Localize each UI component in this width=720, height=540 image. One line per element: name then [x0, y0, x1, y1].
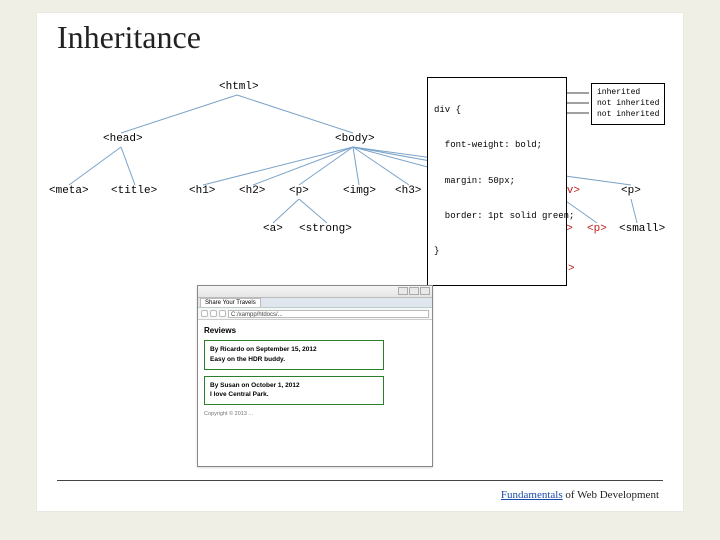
label-not-inherited-1: not inherited: [597, 98, 659, 109]
footer-text: Fundamentals of Web Development: [501, 489, 659, 501]
page-heading: Reviews: [204, 326, 426, 335]
browser-titlebar: [198, 286, 432, 298]
browser-tabbar: Share Your Travels: [198, 298, 432, 308]
footer-rest: of Web Development: [563, 489, 659, 501]
footer-underlined: Fundamentals: [501, 489, 563, 501]
css-line-4: border: 1pt solid green;: [434, 211, 560, 223]
label-not-inherited-2: not inherited: [597, 109, 659, 120]
browser-tab: Share Your Travels: [200, 298, 261, 307]
address-field: C:/xampp/htdocs/...: [228, 310, 429, 318]
window-buttons: [398, 287, 430, 295]
label-inherited: inherited: [597, 87, 659, 98]
reload-icon: [219, 310, 226, 317]
browser-urlbar: C:/xampp/htdocs/...: [198, 308, 432, 320]
css-line-5: }: [434, 246, 560, 258]
forward-icon: [210, 310, 217, 317]
review1-line2: Easy on the HDR buddy.: [210, 355, 378, 365]
review-box-2: By Susan on October 1, 2012 I love Centr…: [204, 376, 384, 406]
review-box-1: By Ricardo on September 15, 2012 Easy on…: [204, 340, 384, 370]
review2-line2: I love Central Park.: [210, 390, 378, 400]
css-line-2: font-weight: bold;: [434, 140, 560, 152]
review1-line1: By Ricardo on September 15, 2012: [210, 345, 378, 355]
css-line-3: margin: 50px;: [434, 176, 560, 188]
browser-content: Reviews By Ricardo on September 15, 2012…: [198, 320, 432, 423]
inheritance-labels: inherited not inherited not inherited: [591, 83, 665, 125]
back-icon: [201, 310, 208, 317]
css-code-box: div { font-weight: bold; margin: 50px; b…: [427, 77, 567, 286]
page-caption: Copyright © 2013 ...: [204, 411, 426, 417]
slide: Inheritance: [36, 12, 684, 512]
footer-rule: [57, 480, 663, 481]
css-line-1: div {: [434, 105, 560, 117]
browser-screenshot: Share Your Travels C:/xampp/htdocs/... R…: [197, 285, 433, 467]
review2-line1: By Susan on October 1, 2012: [210, 381, 378, 391]
